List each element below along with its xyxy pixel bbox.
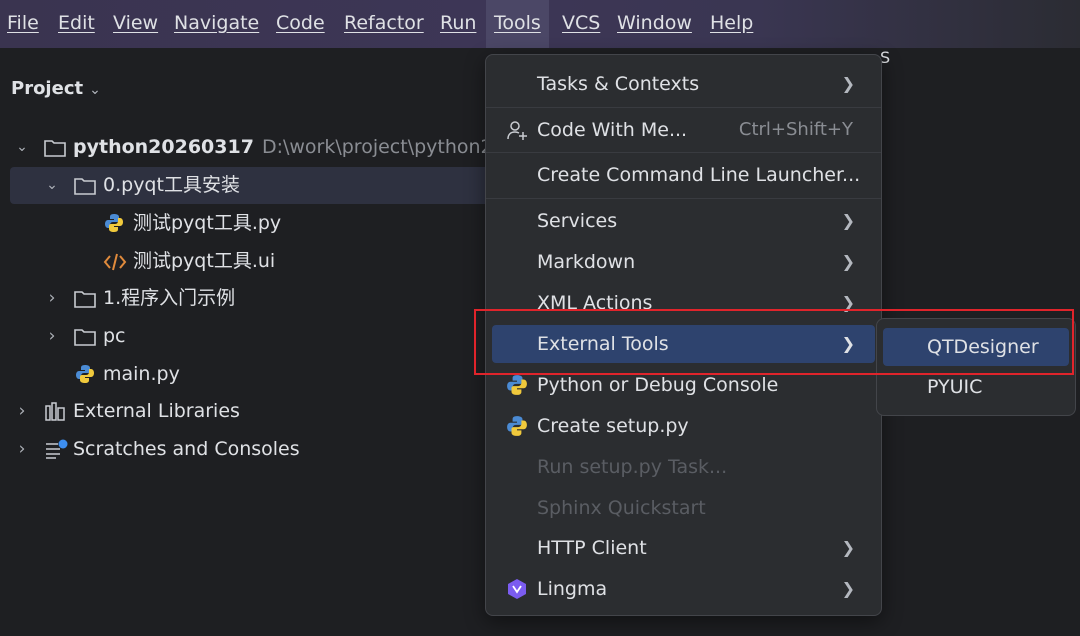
menu-item-code-with-me[interactable]: Code With Me... Ctrl+Shift+Y [492,111,875,149]
menu-item-label: Create setup.py [537,415,689,437]
menu-vcs[interactable]: VCS [560,0,602,48]
chevron-right-icon: ❯ [841,211,855,230]
tree-item-label: 测试pyqt工具.py [133,212,282,234]
menu-separator [486,198,881,199]
tree-item-label: 测试pyqt工具.ui [133,250,276,272]
menu-item-sphinx-quickstart: Sphinx Quickstart [492,489,875,527]
chevron-down-icon[interactable]: ⌄ [14,129,30,166]
lingma-icon [508,579,526,599]
tree-item-py-file[interactable]: 测试pyqt工具.py [0,205,490,242]
chevron-down-icon: ⌄ [89,82,101,98]
menu-code[interactable]: Code [274,0,327,48]
menu-window[interactable]: Window [615,0,694,48]
chevron-right-icon[interactable]: › [14,393,30,430]
project-title-label: Project [11,78,84,99]
chevron-right-icon[interactable]: › [44,318,60,355]
tree-item-label: pc [103,325,126,347]
tree-item-label: 1.程序入门示例 [103,287,236,309]
menu-run[interactable]: Run [438,0,478,48]
menu-help[interactable]: Help [708,0,755,48]
tree-item-scratches[interactable]: › Scratches and Consoles [0,431,490,468]
tree-item-main-py[interactable]: main.py [0,356,490,393]
chevron-down-icon[interactable]: ⌄ [44,167,60,204]
menu-item-http-client[interactable]: HTTP Client ❯ [492,529,875,567]
tree-item-label: Scratches and Consoles [73,438,300,460]
tree-item-external-libraries[interactable]: › External Libraries [0,393,490,430]
tree-item-label: External Libraries [73,400,240,422]
menu-item-services[interactable]: Services ❯ [492,202,875,240]
menu-item-lingma[interactable]: Lingma ❯ [492,570,875,608]
menu-view[interactable]: View [111,0,160,48]
shortcut-label: Ctrl+Shift+Y [738,119,853,140]
folder-icon [74,329,96,346]
chevron-right-icon: ❯ [841,538,855,557]
chevron-right-icon[interactable]: › [44,280,60,317]
menu-item-create-launcher[interactable]: Create Command Line Launcher... [492,156,875,194]
folder-icon [74,291,96,308]
menu-item-label: Lingma [537,578,608,600]
folder-icon [74,178,96,195]
tree-item-folder-0[interactable]: ⌄ 0.pyqt工具安装 [10,167,490,204]
menu-item-run-setup-task: Run setup.py Task... [492,448,875,486]
menu-item-label: Sphinx Quickstart [537,497,706,519]
tree-item-label: main.py [103,363,180,385]
scratches-icon [46,439,68,459]
menu-bar: File Edit View Navigate Code Refactor Ru… [0,0,1080,48]
chevron-right-icon: ❯ [841,252,855,271]
chevron-right-icon[interactable]: › [14,431,30,468]
folder-icon [44,140,66,157]
menu-file[interactable]: File [5,0,41,48]
menu-refactor[interactable]: Refactor [342,0,426,48]
project-root-label: python20260317 [73,136,254,158]
menu-item-label: Create Command Line Launcher... [537,164,861,186]
menu-item-label: Markdown [537,251,636,273]
menu-navigate[interactable]: Navigate [172,0,261,48]
tree-item-folder-pc[interactable]: › pc [0,318,490,355]
python-icon [76,365,94,383]
menu-item-label: Run setup.py Task... [537,456,728,478]
menu-item-label: Services [537,210,618,232]
user-add-icon [507,121,527,140]
menu-separator [486,152,881,153]
chevron-right-icon: ❯ [841,74,855,93]
python-icon [507,416,527,436]
menu-item-tasks-contexts[interactable]: Tasks & Contexts ❯ [492,65,875,103]
menu-separator [486,107,881,108]
menu-item-label: Code With Me... [537,119,688,141]
python-icon [507,375,527,395]
menu-item-markdown[interactable]: Markdown ❯ [492,243,875,281]
python-icon [105,214,123,232]
xml-file-icon [103,253,127,271]
tree-item-folder-1[interactable]: › 1.程序入门示例 [0,280,490,317]
menu-item-create-setup[interactable]: Create setup.py [492,407,875,445]
menu-edit[interactable]: Edit [56,0,97,48]
tree-item-project-root[interactable]: ⌄ python20260317 D:\work\project\python20… [0,129,529,166]
highlight-box [474,309,1074,375]
menu-item-label: Tasks & Contexts [537,73,700,95]
project-panel-title[interactable]: Project ⌄ [11,78,101,99]
chevron-right-icon: ❯ [841,579,855,598]
tree-item-ui-file[interactable]: 测试pyqt工具.ui [0,243,490,280]
library-icon [45,402,65,421]
menu-item-label: HTTP Client [537,537,647,559]
menu-tools[interactable]: Tools [486,0,549,48]
tree-item-label: 0.pyqt工具安装 [103,174,240,196]
